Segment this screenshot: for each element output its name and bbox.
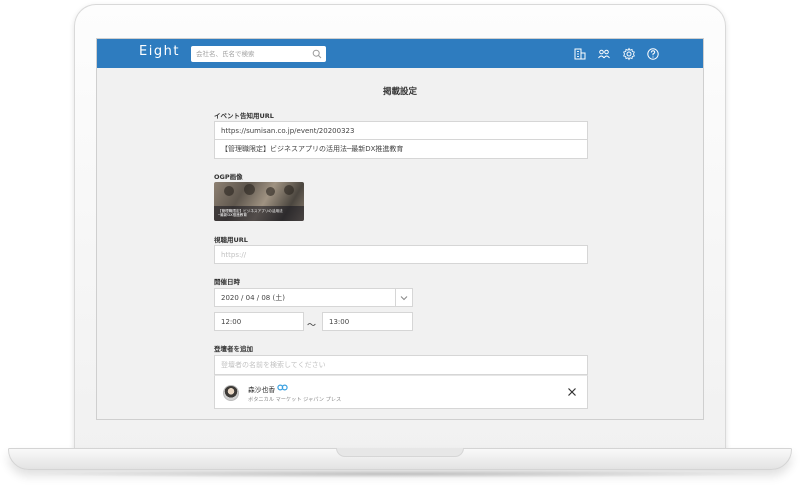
page-title: 掲載設定 (382, 87, 417, 97)
date-value: 2020 / 04 / 08 (土) (221, 293, 285, 302)
viewing-url-label: 視聴用URL (214, 236, 248, 244)
end-time-input[interactable]: 13:00 (322, 312, 413, 331)
company-icon[interactable] (573, 47, 587, 61)
event-url-label: イベント告知用URL (214, 112, 274, 120)
laptop-notch (336, 448, 464, 457)
navbar: Eight (97, 39, 703, 68)
end-time-value: 13:00 (329, 317, 350, 326)
search-box[interactable] (191, 46, 326, 62)
date-select[interactable]: 2020 / 04 / 08 (土) (214, 288, 413, 307)
speaker-item: 森沙也香 ボタニカル マーケット ジャパン プレス (214, 375, 588, 409)
search-icon[interactable] (312, 49, 322, 59)
event-title-value: 【管理職限定】ビジネスアプリの活用法─最新DX推進教育 (221, 145, 404, 153)
search-input[interactable] (191, 47, 307, 61)
viewing-url-input[interactable] (221, 250, 587, 259)
photo-person (224, 186, 234, 196)
viewing-url-field[interactable] (214, 245, 588, 264)
photo-person (266, 187, 275, 196)
ogp-caption: 【管理職限定】ビジネスアプリの活用法 ─最新DX推進教育 (218, 209, 304, 218)
app-logo[interactable]: Eight (139, 44, 180, 59)
photo-person (244, 184, 255, 195)
start-time-value: 12:00 (221, 317, 242, 326)
chevron-down-icon[interactable] (395, 289, 412, 306)
help-icon[interactable] (646, 47, 660, 61)
eight-link-icon (277, 384, 288, 391)
speaker-name: 森沙也香 (248, 386, 276, 394)
speaker-search-input[interactable] (221, 361, 587, 369)
avatar (223, 385, 239, 401)
speaker-search-field[interactable] (214, 355, 588, 375)
ogp-label: OGP画像 (214, 173, 243, 181)
close-icon[interactable] (567, 387, 577, 397)
speaker-company: ボタニカル マーケット ジャパン プレス (248, 397, 342, 403)
time-separator: 〜 (307, 321, 317, 331)
event-url-value: https://sumisan.co.jp/event/20200323 (221, 126, 355, 135)
event-title-input[interactable]: 【管理職限定】ビジネスアプリの活用法─最新DX推進教育 (214, 140, 588, 159)
schedule-label: 開催日時 (214, 278, 240, 286)
gear-icon[interactable] (622, 47, 636, 61)
photo-person (284, 185, 294, 195)
app-screen: Eight 会社名、氏名で検索 掲載設定 イベント告知用URL https://… (96, 38, 704, 420)
ogp-caption-line: ─最新DX推進教育 (218, 213, 247, 218)
people-icon[interactable] (597, 47, 611, 61)
start-time-input[interactable]: 12:00 (214, 312, 304, 331)
laptop-shadow (30, 470, 770, 478)
event-url-input[interactable]: https://sumisan.co.jp/event/20200323 (214, 121, 588, 140)
speakers-label: 登壇者を追加 (214, 345, 253, 353)
ogp-image[interactable]: 【管理職限定】ビジネスアプリの活用法 ─最新DX推進教育 (214, 182, 304, 221)
